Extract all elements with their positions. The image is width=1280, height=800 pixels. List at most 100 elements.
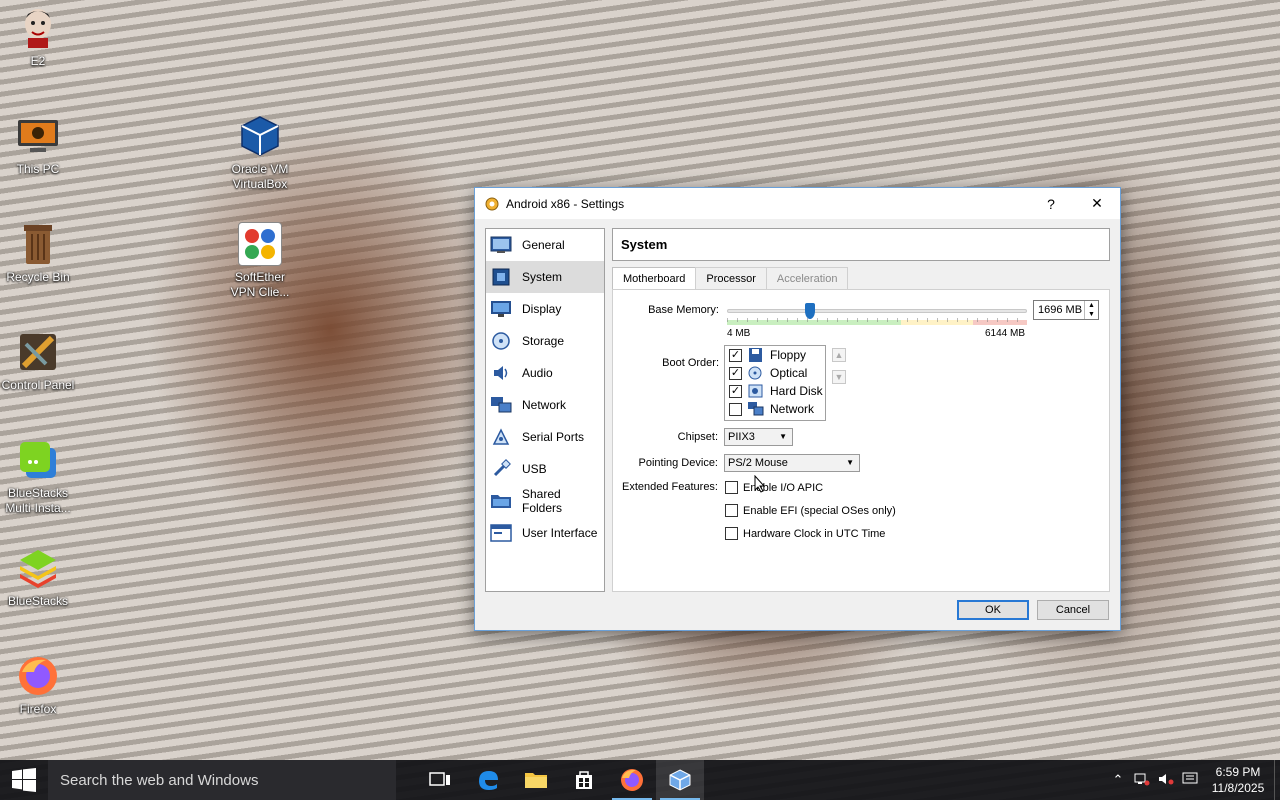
sidebar-item-label: Serial Ports xyxy=(522,430,585,444)
sidebar-item-usb[interactable]: USB xyxy=(486,453,604,485)
spin-up-icon[interactable]: ▲ xyxy=(1085,301,1098,310)
pointing-device-select[interactable]: PS/2 Mouse ▼ xyxy=(724,454,860,472)
general-icon xyxy=(490,234,512,256)
boot-item-label: Optical xyxy=(770,366,808,380)
boot-item-label: Network xyxy=(770,402,815,416)
sidebar-item-user-interface[interactable]: User Interface xyxy=(486,517,604,549)
desktop-icon-label: This PC xyxy=(16,162,60,176)
boot-order-list[interactable]: ✓ Floppy ✓ Optical ✓ Hard Disk Network xyxy=(724,345,826,421)
checkbox[interactable] xyxy=(725,527,738,540)
sidebar-item-label: Storage xyxy=(522,334,565,348)
shared-folders-icon xyxy=(490,490,512,512)
cancel-button[interactable]: Cancel xyxy=(1037,600,1109,620)
volume-muted-icon[interactable] xyxy=(1154,772,1178,789)
boot-item-label: Hard Disk xyxy=(770,384,823,398)
display-icon xyxy=(490,298,512,320)
desktop-icon-softether[interactable]: SoftEther VPN Clie... xyxy=(222,222,298,300)
boot-item-optical[interactable]: ✓ Optical xyxy=(725,364,825,382)
start-button[interactable] xyxy=(0,760,48,800)
desktop-icon-recycle-bin[interactable]: Recycle Bin xyxy=(0,222,76,285)
chipset-label: Chipset: xyxy=(677,431,718,443)
taskbar: Search the web and Windows ⌃ 6:59 PM 11/… xyxy=(0,760,1280,800)
taskbar-store[interactable] xyxy=(560,760,608,800)
virtualbox-settings-icon xyxy=(484,196,500,212)
checkbox[interactable] xyxy=(729,402,742,416)
desktop-icon-label: BlueStacks Multi-Insta... xyxy=(5,486,71,515)
enable-io-apic-option[interactable]: Enable I/O APIC xyxy=(725,481,823,494)
sidebar-item-label: USB xyxy=(522,462,547,476)
close-button[interactable]: ✕ xyxy=(1074,188,1120,219)
taskbar-search-box[interactable]: Search the web and Windows xyxy=(48,760,396,800)
task-view-button[interactable] xyxy=(416,760,464,800)
show-desktop-button[interactable] xyxy=(1274,760,1280,800)
base-memory-spinbox[interactable]: 1696 MB ▲ ▼ xyxy=(1033,300,1099,320)
hardware-clock-utc-option[interactable]: Hardware Clock in UTC Time xyxy=(725,527,885,540)
system-tray: ⌃ 6:59 PM 11/8/2025 xyxy=(1106,760,1280,800)
desktop-icon-bluestacks[interactable]: BlueStacks xyxy=(0,546,76,609)
slider-thumb[interactable] xyxy=(805,303,816,319)
ok-button[interactable]: OK xyxy=(957,600,1029,620)
taskbar-edge[interactable] xyxy=(464,760,512,800)
checkbox[interactable] xyxy=(725,504,738,517)
boot-item-network[interactable]: Network xyxy=(725,400,825,418)
sidebar-item-network[interactable]: Network xyxy=(486,389,604,421)
help-button[interactable]: ? xyxy=(1028,188,1074,219)
memory-min-label: 4 MB xyxy=(727,328,751,339)
sidebar-item-storage[interactable]: Storage xyxy=(486,325,604,357)
spin-down-icon[interactable]: ▼ xyxy=(1085,310,1098,319)
windows-logo-icon xyxy=(12,768,36,792)
chevron-up-icon[interactable]: ⌃ xyxy=(1106,772,1130,788)
sidebar-item-label: User Interface xyxy=(522,526,598,540)
taskbar-file-explorer[interactable] xyxy=(512,760,560,800)
sidebar-item-label: Network xyxy=(522,398,567,412)
desktop-icon-this-pc[interactable]: This PC xyxy=(0,114,76,177)
section-title: System xyxy=(612,228,1110,261)
desktop-icon-firefox[interactable]: Firefox xyxy=(0,654,76,717)
settings-sidebar: General System Display Storage Audio Net… xyxy=(485,228,605,592)
base-memory-label: Base Memory: xyxy=(648,304,719,316)
cartoon-face-icon xyxy=(16,6,60,50)
network-status-icon[interactable] xyxy=(1130,772,1154,789)
bluestacks-multi-icon xyxy=(16,438,60,482)
sidebar-item-system[interactable]: System xyxy=(486,261,604,293)
chipset-select[interactable]: PIIX3 ▼ xyxy=(724,428,793,446)
virtualbox-icon xyxy=(669,769,691,791)
desktop-icon-virtualbox[interactable]: Oracle VM VirtualBox xyxy=(222,114,298,192)
boot-order-label: Boot Order: xyxy=(662,357,719,369)
enable-efi-option[interactable]: Enable EFI (special OSes only) xyxy=(725,504,896,517)
boot-item-floppy[interactable]: ✓ Floppy xyxy=(725,346,825,364)
boot-item-label: Floppy xyxy=(770,348,807,362)
sidebar-item-shared-folders[interactable]: Shared Folders xyxy=(486,485,604,517)
desktop-icon-label: Firefox xyxy=(19,702,57,716)
virtualbox-icon xyxy=(238,114,282,158)
desktop-icon-control-panel[interactable]: Control Panel xyxy=(0,330,76,393)
dialog-title: Android x86 - Settings xyxy=(506,196,625,211)
sidebar-item-serial-ports[interactable]: Serial Ports xyxy=(486,421,604,453)
desktop-icon-label: Oracle VM VirtualBox xyxy=(231,162,289,191)
checkbox[interactable]: ✓ xyxy=(729,384,742,398)
boot-item-hard-disk[interactable]: ✓ Hard Disk xyxy=(725,382,825,400)
checkbox[interactable] xyxy=(725,481,738,494)
tab-processor[interactable]: Processor xyxy=(695,267,767,289)
checkbox[interactable]: ✓ xyxy=(729,366,742,380)
system-icon xyxy=(490,266,512,288)
sidebar-item-audio[interactable]: Audio xyxy=(486,357,604,389)
desktop-icon-label: BlueStacks xyxy=(7,594,69,608)
taskbar-virtualbox[interactable] xyxy=(656,760,704,800)
recycle-bin-icon xyxy=(16,222,60,266)
taskbar-clock[interactable]: 6:59 PM 11/8/2025 xyxy=(1202,764,1274,796)
tab-motherboard[interactable]: Motherboard xyxy=(612,267,697,290)
sidebar-item-display[interactable]: Display xyxy=(486,293,604,325)
base-memory-value: 1696 MB xyxy=(1038,304,1083,316)
desktop-icon-bluestacks-multi[interactable]: BlueStacks Multi-Insta... xyxy=(0,438,76,516)
notifications-icon[interactable] xyxy=(1178,772,1202,789)
chipset-value: PIIX3 xyxy=(728,431,755,443)
sidebar-item-general[interactable]: General xyxy=(486,229,604,261)
checkbox[interactable]: ✓ xyxy=(729,348,742,362)
desktop-icon-label: Recycle Bin xyxy=(6,270,70,284)
desktop-icon-e2[interactable]: E2 xyxy=(0,6,76,69)
sidebar-item-label: System xyxy=(522,270,563,284)
taskbar-firefox[interactable] xyxy=(608,760,656,800)
dialog-titlebar[interactable]: Android x86 - Settings ? ✕ xyxy=(475,188,1120,219)
base-memory-slider[interactable] xyxy=(727,303,1027,319)
